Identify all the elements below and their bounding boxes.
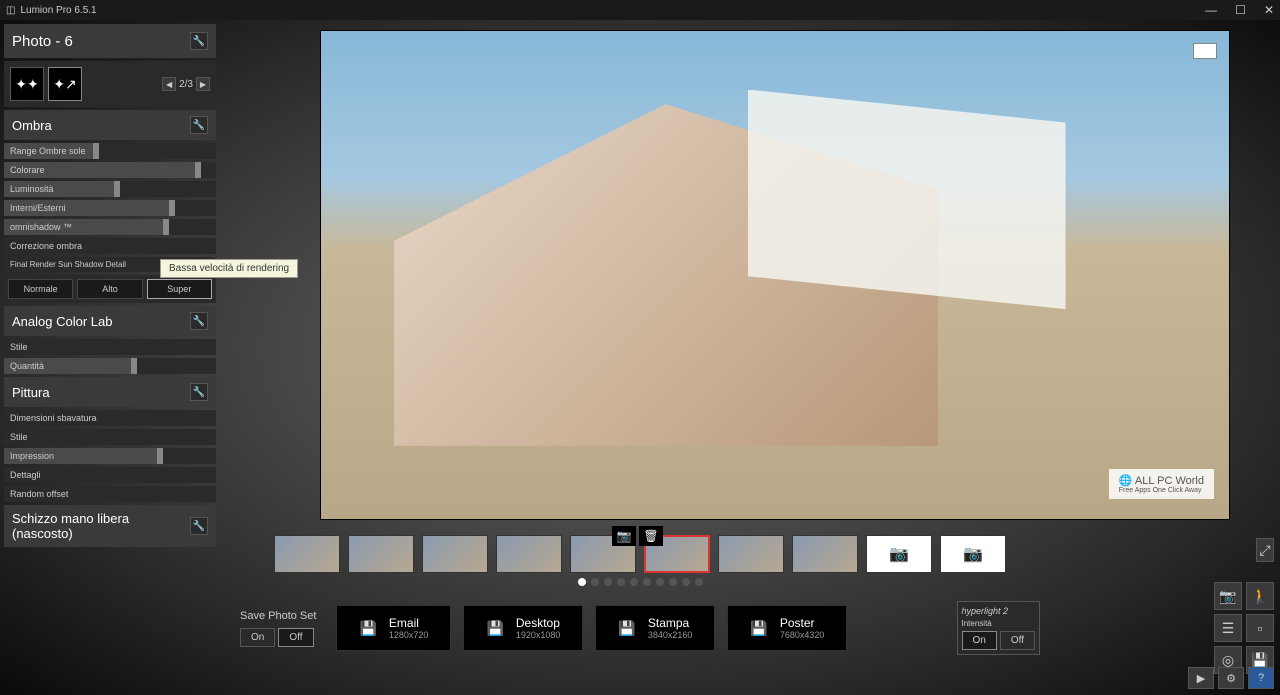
save-icon: 💾 (750, 620, 767, 637)
pittura-settings-button[interactable]: 🔧 (190, 383, 208, 401)
save-icon: 💾 (618, 620, 635, 637)
slider-colorare[interactable]: Colorare (4, 162, 216, 178)
walk-mode-button[interactable]: 🚶 (1246, 582, 1274, 610)
thumb-2[interactable] (348, 535, 414, 573)
capture-thumb-button[interactable]: 📷 (612, 526, 636, 546)
slider-pittura-stile[interactable]: Stile (4, 429, 216, 445)
film-mode-button[interactable]: ☰ (1214, 614, 1242, 642)
object-mode-button[interactable]: ▫ (1246, 614, 1274, 642)
page-dot-1[interactable] (578, 578, 586, 586)
hyperlight-intensity-label: Intensità (962, 619, 1036, 628)
effect-sparkle-2-button[interactable]: ✦↗ (48, 67, 82, 101)
slider-random-offset[interactable]: Random offset (4, 486, 216, 502)
export-stampa-button[interactable]: 💾 Stampa3840x2160 (595, 605, 715, 651)
app-logo-icon: ◫ (6, 5, 15, 16)
page-dot-4[interactable] (617, 578, 625, 586)
export-poster-button[interactable]: 💾 Poster7680x4320 (727, 605, 847, 651)
thumb-8[interactable] (792, 535, 858, 573)
ombra-settings-button[interactable]: 🔧 (190, 116, 208, 134)
slider-analog-stile[interactable]: Stile (4, 339, 216, 355)
brightness-indicator[interactable] (1193, 43, 1217, 59)
effect-sparkle-1-button[interactable]: ✦✦ (10, 67, 44, 101)
thumb-1[interactable] (274, 535, 340, 573)
settings-button[interactable]: ⚙ (1218, 667, 1244, 689)
slider-correzione-ombra[interactable]: Correzione ombra (4, 238, 216, 254)
page-dot-8[interactable] (669, 578, 677, 586)
close-button[interactable]: ✕ (1264, 3, 1274, 17)
expand-icon[interactable]: ⤢ (1256, 538, 1274, 562)
hyperlight-panel: hyperlight 2 Intensità On Off (957, 601, 1041, 655)
camera-mode-button[interactable]: 📷 (1214, 582, 1242, 610)
detail-super-button[interactable]: Super (147, 279, 212, 299)
thumb-7[interactable] (718, 535, 784, 573)
minimize-button[interactable]: — (1205, 3, 1217, 17)
export-desktop-button[interactable]: 💾 Desktop1920x1080 (463, 605, 583, 651)
delete-thumb-button[interactable]: 🗑 (639, 526, 663, 546)
page-dot-2[interactable] (591, 578, 599, 586)
detail-normale-button[interactable]: Normale (8, 279, 73, 299)
slider-luminosita[interactable]: Luminosità (4, 181, 216, 197)
help-button[interactable]: ? (1248, 667, 1274, 689)
page-dot-6[interactable] (643, 578, 651, 586)
save-set-off-button[interactable]: Off (278, 628, 313, 647)
slider-range-ombre[interactable]: Range Ombre sole (4, 143, 216, 159)
save-icon: 💾 (486, 620, 503, 637)
thumb-4[interactable] (496, 535, 562, 573)
render-viewport[interactable]: 🌐 ALL PC World Free Apps One Click Away (320, 30, 1230, 520)
watermark: 🌐 ALL PC World Free Apps One Click Away (1109, 469, 1214, 499)
analog-settings-button[interactable]: 🔧 (190, 312, 208, 330)
page-dot-3[interactable] (604, 578, 612, 586)
page-dot-10[interactable] (695, 578, 703, 586)
page-dot-5[interactable] (630, 578, 638, 586)
hyperlight-title: hyperlight 2 (962, 606, 1036, 616)
globe-icon: 🌐 (1119, 475, 1133, 487)
slider-analog-quantita[interactable]: Quantità (4, 358, 216, 374)
scene-pergola (748, 90, 1066, 310)
pager-label: 2/3 (179, 79, 193, 90)
app-title: Lumion Pro 6.5.1 (20, 5, 96, 16)
photo-settings-button[interactable]: 🔧 (190, 32, 208, 50)
save-set-on-button[interactable]: On (240, 628, 275, 647)
slider-dettagli[interactable]: Dettagli (4, 467, 216, 483)
page-dot-9[interactable] (682, 578, 690, 586)
detail-alto-button[interactable]: Alto (77, 279, 142, 299)
maximize-button[interactable]: ☐ (1235, 3, 1246, 17)
pager-prev-button[interactable]: ◀ (162, 77, 176, 91)
save-photo-set-label: Save Photo Set (240, 610, 316, 622)
photo-title: Photo - 6 (12, 33, 73, 50)
pager-next-button[interactable]: ▶ (196, 77, 210, 91)
hyperlight-on-button[interactable]: On (962, 631, 997, 650)
tooltip: Bassa velocità di rendering (160, 259, 298, 278)
slider-interni-esterni[interactable]: Interni/Esterni (4, 200, 216, 216)
photo-panel-header: Photo - 6 🔧 (4, 24, 216, 58)
save-icon: 💾 (359, 620, 376, 637)
slider-dimensioni-sbavatura[interactable]: Dimensioni sbavatura (4, 410, 216, 426)
thumb-10-empty[interactable]: 📷 (940, 535, 1006, 573)
page-dot-7[interactable] (656, 578, 664, 586)
export-email-button[interactable]: 💾 Email1280x720 (336, 605, 451, 651)
play-button[interactable]: ▶ (1188, 667, 1214, 689)
hyperlight-off-button[interactable]: Off (1000, 631, 1035, 650)
thumb-3[interactable] (422, 535, 488, 573)
ombra-header: Ombra 🔧 (4, 110, 216, 140)
slider-impression[interactable]: Impression (4, 448, 216, 464)
pittura-header: Pittura 🔧 (4, 377, 216, 407)
thumb-9-empty[interactable]: 📷 (866, 535, 932, 573)
slider-omnishadow[interactable]: omnishadow ™ (4, 219, 216, 235)
analog-header: Analog Color Lab 🔧 (4, 306, 216, 336)
